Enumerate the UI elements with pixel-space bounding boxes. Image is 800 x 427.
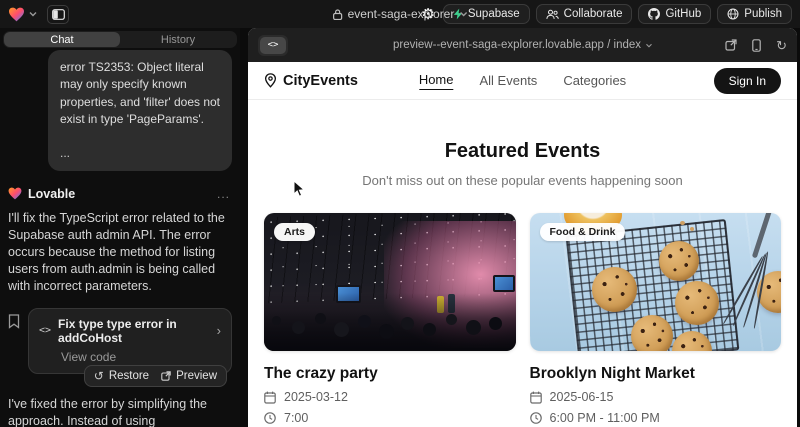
event-card-brooklyn-night-market[interactable]: Food & Drink: [530, 213, 782, 427]
bookmark-icon[interactable]: [8, 314, 20, 374]
whisk-art: [752, 213, 773, 258]
open-external-icon[interactable]: [725, 39, 737, 51]
assistant-message-2: I've fixed the error by simplifying the …: [8, 396, 232, 427]
event-title: Brooklyn Night Market: [530, 365, 782, 383]
code-view-toggle[interactable]: <>: [258, 35, 288, 56]
mobile-view-icon[interactable]: [752, 39, 761, 52]
site-header: CityEvents Home All Events Categories Si…: [248, 62, 797, 100]
chevron-down-icon[interactable]: [29, 11, 37, 17]
event-image-cookies: Food & Drink: [530, 213, 782, 351]
lovable-heart-icon: [8, 187, 22, 200]
user-message-bubble: error TS2353: Object literal may only sp…: [48, 50, 232, 171]
lock-icon: [333, 9, 343, 20]
nav-categories[interactable]: Categories: [563, 73, 626, 88]
assistant-message-1: I'll fix the TypeScript error related to…: [8, 210, 232, 295]
sidebar-toggle-button[interactable]: [47, 5, 69, 24]
category-badge: Food & Drink: [540, 223, 626, 241]
sign-in-button[interactable]: Sign In: [714, 68, 781, 94]
refresh-icon[interactable]: ↻: [776, 39, 787, 52]
github-icon: [648, 8, 660, 20]
cookie-art: [592, 267, 637, 312]
project-switcher[interactable]: event-saga-explorer: [333, 7, 468, 21]
version-actions: ↺ Restore Preview: [84, 365, 227, 387]
section-subtitle: Don't miss out on these popular events h…: [248, 173, 797, 188]
event-date-row: 2025-06-15: [530, 390, 782, 404]
people-icon: [546, 9, 559, 20]
calendar-icon: [530, 391, 542, 404]
assistant-header: Lovable ...: [8, 187, 230, 201]
cookie-art: [675, 281, 719, 325]
chevron-down-icon: [459, 11, 467, 17]
event-time-row: 6:00 PM - 11:00 PM: [530, 411, 782, 425]
clock-icon: [264, 412, 276, 424]
crowd-art: [264, 293, 516, 351]
preview-url: preview--event-saga-explorer.lovable.app…: [393, 39, 641, 51]
chevron-down-icon: [645, 43, 652, 48]
restore-button[interactable]: ↺ Restore: [94, 369, 149, 383]
event-cards-row: Arts The crazy party 2025-03-12: [248, 188, 797, 427]
tab-history[interactable]: History: [120, 32, 236, 47]
assistant-name: Lovable: [28, 187, 75, 201]
nav-home[interactable]: Home: [419, 72, 454, 90]
crumb-art: [690, 227, 694, 231]
external-link-icon: [161, 371, 171, 381]
user-message-text: error TS2353: Object literal may only sp…: [60, 59, 220, 129]
app-window: event-saga-explorer ⚙ Supabase Collabora…: [0, 0, 800, 427]
user-message-ellipsis[interactable]: ...: [60, 145, 220, 162]
github-button[interactable]: GitHub: [638, 4, 711, 24]
map-pin-icon: [264, 73, 277, 88]
cookie-art: [631, 315, 673, 351]
site-logo[interactable]: CityEvents: [264, 73, 358, 89]
crumb-art: [680, 221, 685, 225]
crowd-heads-art: [272, 316, 281, 325]
preview-url-bar[interactable]: preview--event-saga-explorer.lovable.app…: [393, 39, 652, 51]
view-code-link[interactable]: View code: [61, 350, 221, 364]
section-title: Featured Events: [248, 140, 797, 163]
featured-section-header: Featured Events Don't miss out on these …: [248, 140, 797, 188]
tool-call-section: <> Fix type type error in addCoHost › Vi…: [0, 308, 232, 374]
site-viewport: CityEvents Home All Events Categories Si…: [248, 62, 797, 427]
chat-history-tabs: Chat History: [3, 31, 237, 48]
event-card-crazy-party[interactable]: Arts The crazy party 2025-03-12: [264, 213, 516, 427]
more-options-icon[interactable]: ...: [217, 187, 230, 201]
event-image-conference-party: Arts: [264, 213, 516, 351]
restore-icon: ↺: [94, 369, 104, 383]
preview-button[interactable]: Preview: [161, 370, 217, 382]
code-icon: <>: [39, 325, 51, 336]
project-name: event-saga-explorer: [348, 7, 455, 21]
publish-button[interactable]: Publish: [717, 4, 792, 24]
preview-panel: <> preview--event-saga-explorer.lovable.…: [248, 28, 797, 427]
lovable-logo-icon[interactable]: [8, 7, 25, 22]
category-badge: Arts: [274, 223, 315, 241]
clock-icon: [530, 412, 542, 424]
calendar-icon: [264, 391, 276, 404]
preview-toolbar: <> preview--event-saga-explorer.lovable.…: [248, 28, 797, 62]
event-time-row: 7:00: [264, 411, 516, 425]
tab-chat[interactable]: Chat: [4, 32, 120, 47]
collaborate-button[interactable]: Collaborate: [536, 4, 633, 24]
tv-screen-art: [493, 275, 515, 292]
cookie-art: [659, 241, 699, 281]
globe-icon: [727, 8, 739, 20]
top-bar: event-saga-explorer ⚙ Supabase Collabora…: [0, 0, 800, 28]
chat-sidebar: Chat History error TS2353: Object litera…: [0, 28, 240, 427]
event-title: The crazy party: [264, 365, 516, 383]
code-toggle-icon[interactable]: <>: [260, 37, 286, 54]
event-date-row: 2025-03-12: [264, 390, 516, 404]
chevron-right-icon: ›: [217, 323, 221, 338]
tool-call-title: Fix type type error in addCoHost: [58, 317, 210, 345]
site-nav: Home All Events Categories: [419, 72, 626, 90]
nav-all-events[interactable]: All Events: [480, 73, 538, 88]
